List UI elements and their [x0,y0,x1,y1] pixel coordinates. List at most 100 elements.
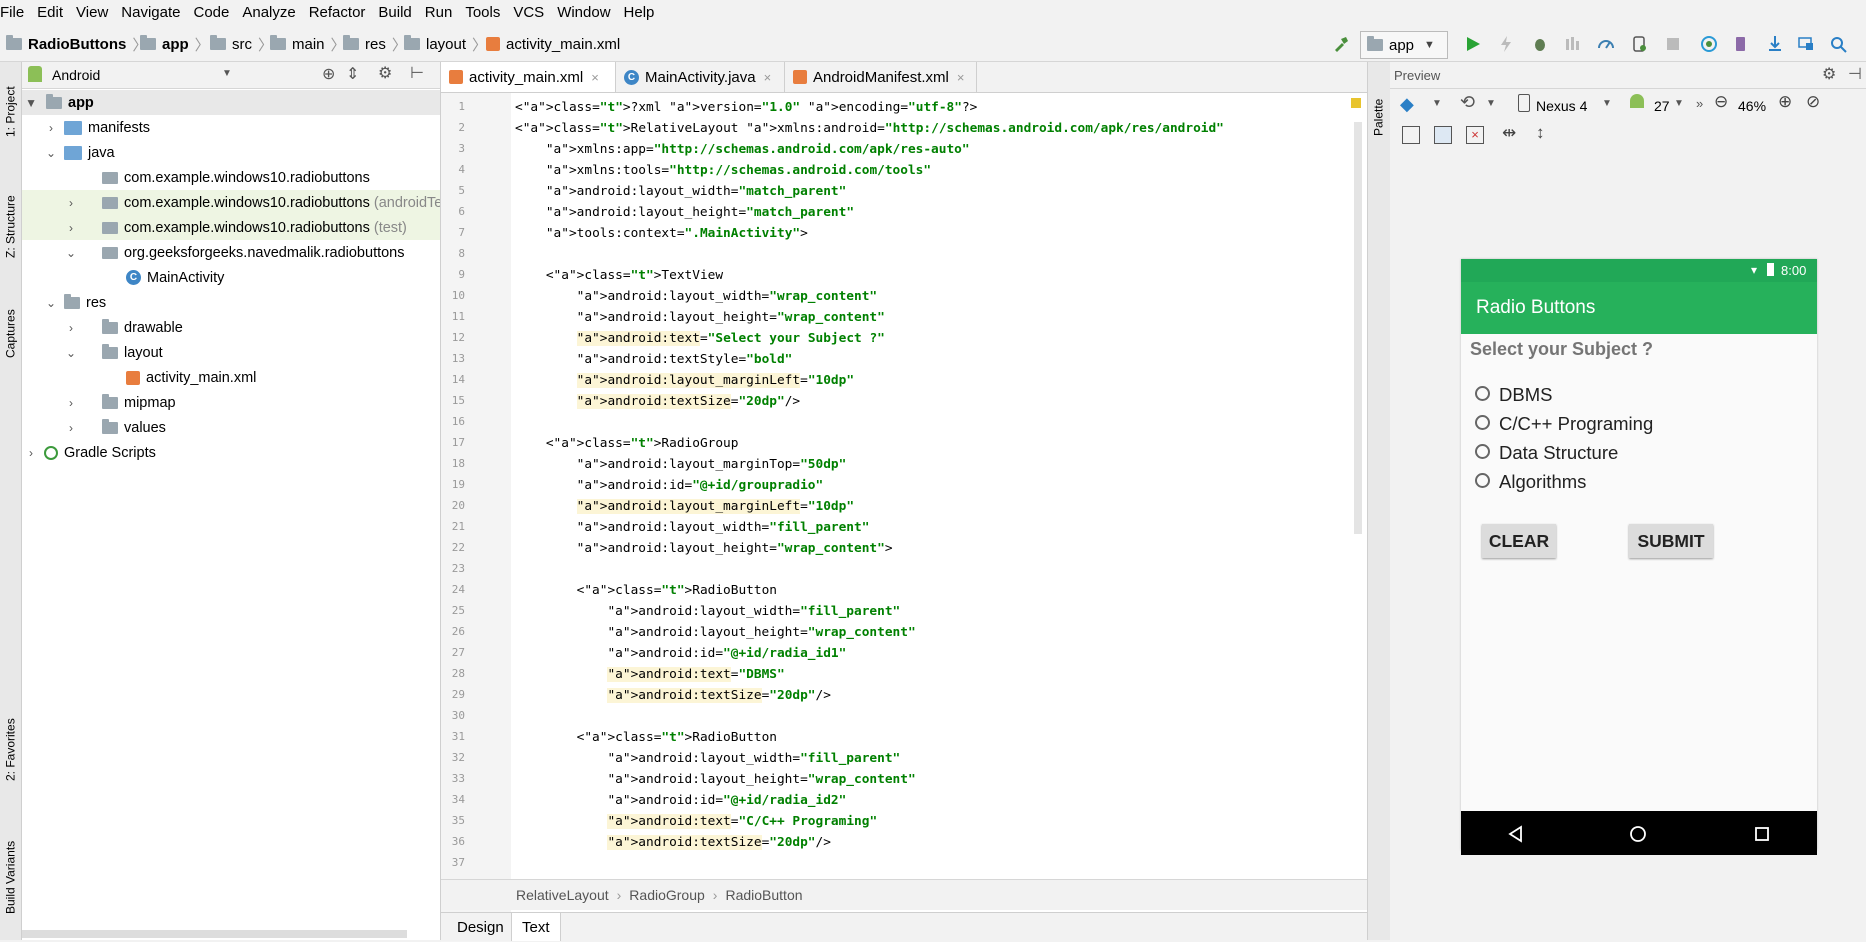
chevron-right-icon[interactable]: › [66,321,76,335]
tree-item-mipmap[interactable]: › mipmap [22,390,440,415]
zoom-in-icon[interactable]: ⊕ [1778,92,1792,112]
chevron-down-icon[interactable]: ▼ [1674,98,1684,109]
hide-panel-icon[interactable]: ⊣ [1848,64,1862,84]
code-line[interactable]: "a">android:layout_height="wrap_content" [515,307,885,328]
sync-gradle-icon[interactable] [1700,35,1718,53]
menu-run[interactable]: Run [419,0,460,26]
tree-item-res[interactable]: ⌄ res [22,290,440,315]
code-line[interactable]: "a">android:layout_marginLeft="10dp" [515,370,854,391]
stop-icon[interactable] [1664,35,1682,53]
chevron-down-icon[interactable]: ⌄ [66,346,76,360]
show-design-icon[interactable] [1402,126,1420,144]
crumb-relativelayout[interactable]: RelativeLayout [516,887,609,903]
chevron-right-icon[interactable]: › [66,421,76,435]
menu-file[interactable]: File [0,0,31,26]
orientation-icon[interactable]: ⟲ [1460,92,1475,113]
tab-activity-main-xml[interactable]: activity_main.xml × [441,62,616,92]
tab-build-variants[interactable]: Build Variants [0,822,21,932]
run-icon[interactable] [1464,35,1482,53]
chevron-right-icon[interactable]: › [46,121,56,135]
code-line[interactable]: "a">android:layout_marginLeft="10dp" [515,496,854,517]
tree-item-layout[interactable]: ⌄ layout [22,340,440,365]
tree-item-activity-main-xml[interactable]: activity_main.xml [22,365,440,390]
chevron-right-icon[interactable]: › [26,446,36,460]
search-everywhere-icon[interactable] [1829,35,1847,53]
chevron-down-icon[interactable]: ▼ [1602,98,1612,109]
chevron-down-icon[interactable]: ▼ [1432,98,1442,109]
code-line[interactable]: <"a">class="t">RadioButton [515,727,777,748]
close-icon[interactable]: × [764,70,772,85]
tree-item-manifests[interactable]: › manifests [22,115,440,140]
collapse-all-icon[interactable]: ⇕ [346,64,359,84]
horizontal-resize-icon[interactable]: ⇹ [1502,123,1516,143]
crumb-radiogroup[interactable]: RadioGroup [629,887,705,903]
code-line[interactable]: "a">android:layout_height="wrap_content" [515,622,915,643]
tree-item-package[interactable]: com.example.windows10.radiobuttons [22,165,440,190]
breadcrumb-file[interactable]: activity_main.xml [486,27,620,61]
radio-data-structure[interactable] [1475,444,1490,459]
gear-icon[interactable]: ⚙ [1822,64,1836,84]
code-line[interactable]: "a">android:textStyle="bold" [515,349,793,370]
home-icon[interactable] [1629,825,1647,843]
code-line[interactable]: <"a">class="t">RadioButton [515,874,777,878]
tab-structure[interactable]: Z: Structure [0,182,21,272]
code-line[interactable]: "a">android:textSize="20dp"/> [515,391,800,412]
project-structure-icon[interactable] [1797,35,1815,53]
menu-vcs[interactable]: VCS [507,0,551,26]
chevron-down-icon[interactable]: ⌄ [46,146,56,160]
zoom-fit-icon[interactable]: ⊘ [1806,92,1820,112]
code-line[interactable]: "a">android:id="@+id/radia_id1" [515,643,846,664]
menu-code[interactable]: Code [187,0,236,26]
show-blueprint-icon[interactable] [1434,126,1452,144]
error-toggle-icon[interactable]: × [1466,126,1484,144]
code-line[interactable]: "a">android:layout_width="wrap_content" [515,286,878,307]
tab-mainactivity-java[interactable]: C MainActivity.java × [616,62,785,92]
tree-item-drawable[interactable]: › drawable [22,315,440,340]
tree-item-java[interactable]: ⌄ java [22,140,440,165]
code-line[interactable]: "a">xmlns:app="http://schemas.android.co… [515,139,970,160]
chevron-down-icon[interactable]: ▼ [1486,98,1496,109]
layers-icon[interactable]: ◆ [1400,94,1414,115]
tab-palette[interactable]: Palette [1368,82,1389,152]
breadcrumb-src[interactable]: src 〉 [210,27,273,61]
chevron-right-icon[interactable]: › [66,221,76,235]
tree-item-values[interactable]: › values [22,415,440,440]
code-line[interactable]: "a">android:id="@+id/groupradio" [515,475,824,496]
back-icon[interactable] [1507,825,1525,843]
api-selector[interactable]: 27 [1654,98,1670,114]
tab-text[interactable]: Text [511,913,561,941]
crumb-radiobutton[interactable]: RadioButton [725,887,802,903]
more-icon[interactable]: » [1696,96,1703,111]
submit-button[interactable]: SUBMIT [1629,524,1713,558]
clear-button[interactable]: CLEAR [1482,524,1556,558]
chevron-down-icon[interactable]: ▼ [25,96,37,110]
tab-favorites[interactable]: 2: Favorites [0,702,21,798]
code-line[interactable]: <"a">class="t">TextView [515,265,723,286]
code-line[interactable]: "a">android:textSize="20dp"/> [515,685,831,706]
code-line[interactable]: "a">android:layout_width="match_parent" [515,181,847,202]
debug-icon[interactable] [1531,35,1549,53]
tab-androidmanifest-xml[interactable]: AndroidManifest.xml × [785,62,977,92]
menu-analyze[interactable]: Analyze [236,0,302,26]
apply-changes-icon[interactable] [1497,35,1515,53]
tab-design[interactable]: Design [447,913,514,941]
menu-navigate[interactable]: Navigate [115,0,187,26]
tree-item-geeks-package[interactable]: ⌄ org.geeksforgeeks.navedmalik.radiobutt… [22,240,440,265]
code-line[interactable]: "a">android:text="DBMS" [515,664,785,685]
chevron-right-icon[interactable]: › [66,196,76,210]
close-icon[interactable]: × [957,70,965,85]
tab-project[interactable]: 1: Project [0,66,21,158]
chevron-down-icon[interactable]: ⌄ [66,246,76,260]
code-line[interactable]: "a">android:layout_width="fill_parent" [515,601,900,622]
breadcrumb-project[interactable]: RadioButtons〉 [6,27,147,61]
chevron-down-icon[interactable]: ▼ [222,68,232,79]
code-line[interactable]: "a">android:layout_marginTop="50dp" [515,454,847,475]
code-line[interactable]: "a">android:layout_height="wrap_content"… [515,538,893,559]
device-selector[interactable]: Nexus 4 [1536,98,1587,114]
code-line[interactable]: <"a">class="t">RelativeLayout "a">xmlns:… [515,118,1224,139]
tree-item-package-test[interactable]: › com.example.windows10.radiobuttons (te… [22,215,440,240]
menu-refactor[interactable]: Refactor [303,0,373,26]
radio-cpp[interactable] [1475,415,1490,430]
breadcrumb-app[interactable]: app 〉 [140,27,210,61]
code-line[interactable]: "a">android:layout_width="fill_parent" [515,517,870,538]
